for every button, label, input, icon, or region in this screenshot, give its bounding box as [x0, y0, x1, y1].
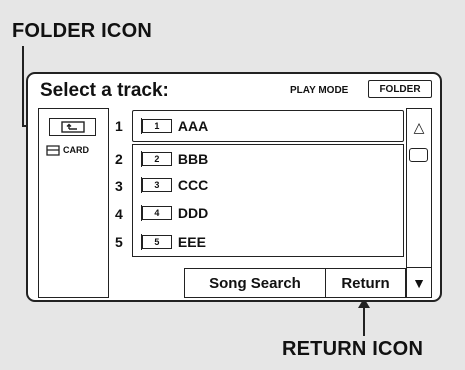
track-item-selected[interactable]: 1 AAA [131, 110, 404, 142]
song-search-button[interactable]: Song Search [185, 269, 326, 297]
scroll-down-button[interactable]: ▼ [407, 267, 431, 297]
folder-icon: 1 [140, 118, 172, 134]
track-name: BBB [177, 150, 209, 167]
triangle-up-icon: △ [413, 118, 425, 135]
track-number: 3 [115, 177, 123, 194]
song-search-label: Song Search [209, 274, 301, 292]
card-label: CARD [63, 145, 89, 155]
track-name: CCC [177, 177, 209, 193]
track-number: 4 [115, 205, 123, 222]
track-item[interactable]: 5 EEE [131, 227, 404, 257]
folder-icon: 2 [140, 150, 172, 167]
folder-icon: 3 [140, 177, 172, 193]
track-name: DDD [177, 205, 209, 221]
up-folder-icon [60, 121, 85, 133]
track-item[interactable]: 2 BBB [131, 144, 404, 173]
play-mode-button-label: FOLDER [379, 83, 421, 95]
return-button[interactable]: Return [326, 269, 405, 297]
track-row[interactable]: 5 5 EEE [112, 227, 404, 257]
page-title: Select a track: [40, 80, 169, 101]
return-icon-callout: RETURN ICON [282, 338, 424, 360]
scroll-up-button[interactable]: △ [407, 109, 431, 145]
folder-icon: 5 [140, 233, 172, 250]
up-folder-button[interactable] [49, 118, 96, 136]
track-name: AAA [177, 118, 209, 134]
track-number: 1 [115, 118, 123, 134]
track-row[interactable]: 1 1 AAA [112, 110, 404, 142]
folder-icon-callout: FOLDER ICON [12, 20, 152, 42]
return-label: Return [341, 274, 390, 292]
track-list: 1 1 AAA 2 2 BBB 3 3 CCC 4 4 DDD 5 5 EEE [112, 108, 404, 278]
play-mode-folder-button[interactable]: FOLDER [368, 80, 432, 98]
track-row[interactable]: 4 4 DDD [112, 198, 404, 229]
scroll-bar: △ ▼ [406, 108, 432, 298]
track-name: EEE [177, 233, 206, 250]
card-icon [46, 145, 60, 156]
track-number: 5 [115, 234, 123, 250]
folder-leader-vertical [22, 46, 24, 126]
return-leader-vertical [363, 304, 365, 336]
track-row[interactable]: 2 2 BBB [112, 144, 404, 173]
card-source-item[interactable]: CARD [45, 144, 89, 156]
play-mode-label: PLAY MODE [290, 85, 349, 96]
track-item[interactable]: 4 DDD [131, 198, 404, 229]
sidebar: CARD [38, 108, 109, 298]
triangle-down-icon: ▼ [412, 274, 426, 291]
footer-bar: Song Search Return [184, 268, 406, 298]
track-number: 2 [115, 150, 123, 167]
folder-icon: 4 [140, 205, 172, 221]
scroll-thumb[interactable] [409, 148, 428, 162]
track-item[interactable]: 3 CCC [131, 171, 404, 200]
track-row[interactable]: 3 3 CCC [112, 171, 404, 200]
track-select-screen: Select a track: PLAY MODE FOLDER CARD 1 … [26, 72, 442, 302]
